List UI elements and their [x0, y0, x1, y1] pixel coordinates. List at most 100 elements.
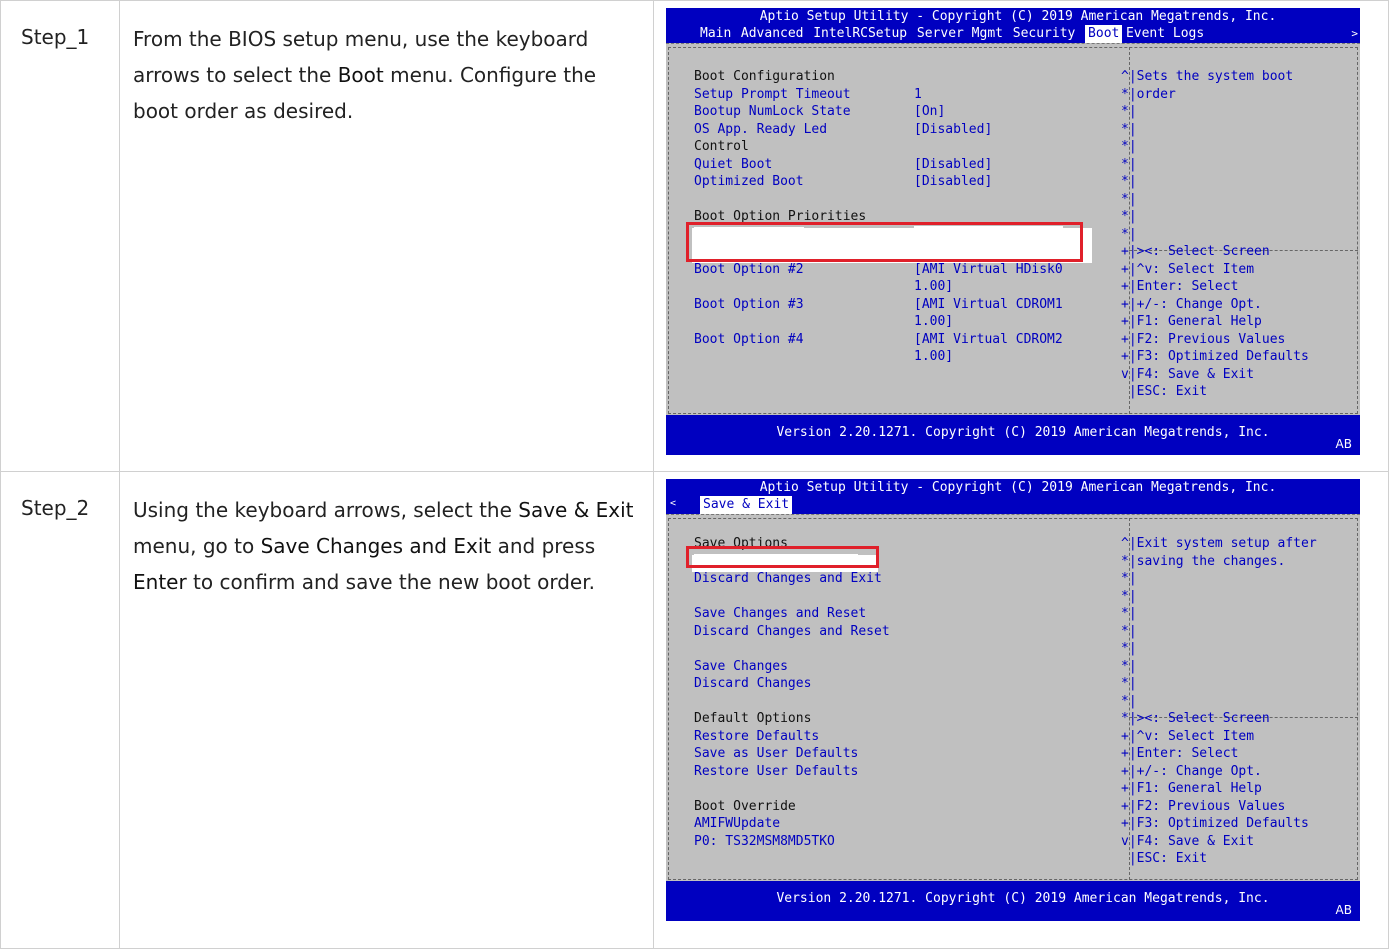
step-name-2: Step_2 [0, 471, 120, 949]
step-name-1: Step_1 [0, 0, 120, 472]
bios-option-label: Restore User Defaults [694, 763, 859, 779]
bios-option-label: Discard Changes and Reset [694, 623, 890, 639]
bios-option-label: Boot Option #2 [694, 261, 804, 277]
bios-badge: AB [1335, 437, 1352, 451]
bios-option-row[interactable]: Setup Prompt Timeout [694, 86, 851, 104]
step-text-1: From the BIOS setup menu, use the keyboa… [119, 0, 654, 472]
bios-key-hint: |ESC: Exit [1121, 384, 1208, 399]
bios-option-row: Boot Configuration [694, 68, 835, 86]
bios-key-hint: +|F3: Optimized Defaults [1121, 349, 1309, 364]
chevron-right-icon: > [1351, 27, 1358, 40]
bios-option-row[interactable]: Quiet Boot [694, 156, 772, 174]
bios-option-row[interactable]: Boot Option #2 [694, 261, 804, 279]
bios-option-label: Save as User Defaults [694, 746, 859, 761]
bios-menu-server-mgmt[interactable]: Server Mgmt [917, 25, 1003, 43]
bios-option-row[interactable]: Bootup NumLock State [694, 103, 851, 121]
bios-key-hint: +|F2: Previous Values [1121, 331, 1286, 347]
bios-option-row[interactable]: Save Changes and Reset [694, 605, 866, 623]
bios-option-row[interactable]: Discard Changes [694, 675, 811, 693]
bios-key-hint: +|Enter: Select [1121, 746, 1239, 761]
step-text-part: menu, go to [133, 534, 261, 558]
bios-option-row[interactable]: Discard Changes and Exit [694, 570, 882, 588]
bios-menu-intelrcsetup[interactable]: IntelRCSetup [813, 25, 907, 43]
bios-help-text: *| [1121, 121, 1137, 137]
bios-option-row[interactable]: Discard Changes and Reset [694, 623, 890, 641]
bios-help-text: *| [1121, 104, 1137, 119]
bios-help-text: *| [1121, 156, 1137, 172]
bios-panel: Save Options Save Changes and Exit Discard… [666, 514, 1360, 882]
bios-key-hint: +|^v: Select Item [1121, 728, 1255, 744]
bios-option-row[interactable]: Save as User Defaults [694, 745, 858, 763]
bios-key-hint: +|Enter: Select [1121, 279, 1239, 294]
bios-option-label: Boot Override [694, 798, 796, 814]
bios-help-text: *| [1121, 641, 1137, 656]
bios-help-text: *| [1121, 693, 1137, 709]
bios-help-text: *| [1121, 606, 1137, 621]
bios-key-hint: +|+/-: Change Opt. [1121, 763, 1262, 779]
bios-option-label: Bootup NumLock State [694, 104, 851, 119]
bios-help-text: *| [1121, 658, 1137, 674]
bios-key-hint: +|F2: Previous Values [1121, 798, 1286, 814]
bios-option-value: [AMI Virtual HDisk0 [914, 261, 1063, 277]
bios-option-label: Control [694, 139, 749, 154]
bios-option-row[interactable]: P0: TS32MSM8MD5TKO [694, 833, 835, 851]
bios-option-row[interactable]: Save Changes [694, 658, 788, 676]
bios-key-hint: +|><: Select Screen [1121, 244, 1270, 259]
bios-version: Version 2.20.1271. Copyright (C) 2019 Am… [776, 425, 1270, 440]
bios-option-row[interactable]: Optimized Boot [694, 173, 804, 191]
bios-option-value: 1 [914, 86, 922, 102]
step-label: Step_1 [21, 25, 90, 49]
bios-help-text: *|saving the changes. [1121, 553, 1286, 569]
bios-option-row[interactable]: OS App. Ready Led [694, 121, 827, 139]
bios-menu-main[interactable]: Main [700, 25, 731, 43]
bios-help-text: *| [1121, 623, 1137, 639]
bios-option-row[interactable]: AMIFWUpdate [694, 815, 780, 833]
bios-help-text: *| [1121, 191, 1137, 207]
bios-key-hint: +|+/-: Change Opt. [1121, 296, 1262, 312]
step-text-part: Using the keyboard arrows, select the [133, 498, 519, 522]
bios-help-text: *| [1121, 571, 1137, 586]
bios-help-text: *| [1121, 226, 1137, 242]
bios-menu-security[interactable]: Security [1013, 25, 1076, 43]
bios-option-label: AMIFWUpdate [694, 816, 781, 831]
step-screenshot-2: Aptio Setup Utility - Copyright (C) 2019… [653, 471, 1389, 949]
bios-option-value: 1.00] [914, 349, 954, 364]
highlight-box [686, 546, 879, 568]
bios-screen-boot: Aptio Setup Utility - Copyright (C) 2019… [666, 8, 1360, 455]
bios-help-text: *| [1121, 139, 1137, 154]
bios-key-hint: +|^v: Select Item [1121, 261, 1255, 277]
step-keyword: Save Changes and Exit [260, 534, 492, 558]
bios-key-hint: v|F4: Save & Exit [1121, 366, 1255, 382]
bios-option-value: [Disabled] [914, 121, 993, 137]
bios-menu-boot[interactable]: Boot [1085, 25, 1123, 43]
bios-menu-advanced[interactable]: Advanced [741, 25, 804, 43]
bios-key-hint: +|F3: Optimized Defaults [1121, 816, 1309, 831]
bios-option-row[interactable]: Restore Defaults [694, 728, 819, 746]
bios-menu-bar: Save & Exit [666, 496, 1360, 514]
step-keyword: Enter [133, 570, 187, 594]
bios-option-row[interactable]: Boot Option #3 [694, 296, 804, 314]
bios-option-row: Boot Override [694, 798, 796, 816]
bios-option-label: Boot Option #4 [694, 331, 804, 347]
bios-option-row[interactable]: Restore User Defaults [694, 763, 858, 781]
bios-option-row: Control [694, 138, 749, 156]
bios-footer: Version 2.20.1271. Copyright (C) 2019 Am… [666, 881, 1360, 921]
bios-option-row[interactable]: Boot Option #4 [694, 331, 804, 349]
bios-title: Aptio Setup Utility - Copyright (C) 2019… [759, 480, 1277, 495]
bios-option-label: Boot Configuration [694, 69, 835, 84]
bios-option-label: Save Changes [694, 658, 788, 674]
step-text-part: to confirm and save the new boot order. [186, 570, 595, 594]
bios-badge: AB [1335, 903, 1352, 917]
bios-help-text: *| [1121, 209, 1137, 224]
step-text-part: and press [491, 534, 596, 558]
bios-help-text: *|order [1121, 86, 1176, 102]
bios-menu-save-exit[interactable]: Save & Exit [700, 496, 793, 514]
bios-option-label: P0: TS32MSM8MD5TKO [694, 833, 835, 849]
step-screenshot-1: Aptio Setup Utility - Copyright (C) 2019… [653, 0, 1389, 472]
bios-option-value: [AMI Virtual CDROM2 [914, 331, 1063, 347]
bios-help-text: ^|Exit system setup after [1121, 536, 1317, 551]
bios-option-value: [Disabled] [914, 174, 993, 189]
step-text-2: Using the keyboard arrows, select the Sa… [119, 471, 654, 949]
bios-option-label: Quiet Boot [694, 156, 773, 172]
bios-menu-event-logs[interactable]: Event Logs [1126, 25, 1204, 43]
